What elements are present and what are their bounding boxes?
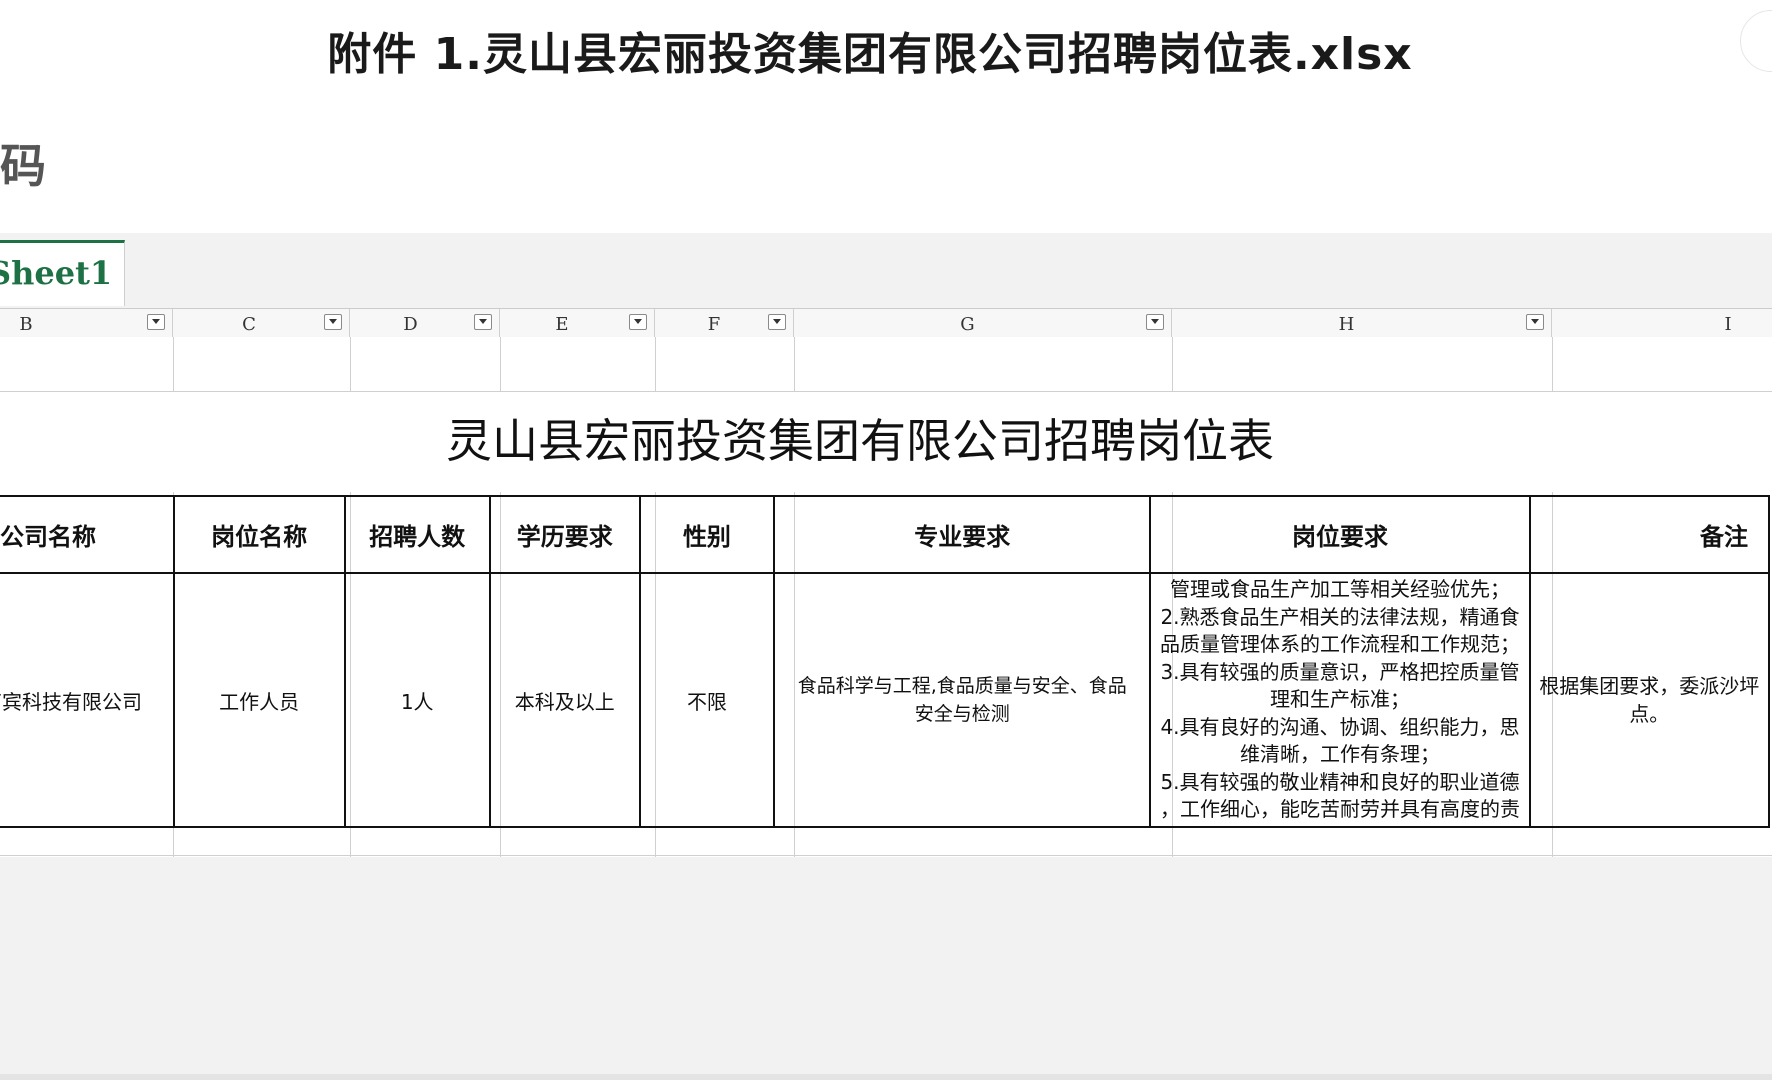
cell-count[interactable]: 1人: [343, 572, 491, 828]
cell-major[interactable]: 食品科学与工程,食品质量与安全、食品 安全与检测: [773, 572, 1152, 828]
column-header-g[interactable]: G: [794, 309, 1172, 337]
note-line: 根据集团要求，委派沙坪: [1539, 674, 1760, 698]
header-company[interactable]: 公司名称: [0, 495, 175, 574]
requirement-line: 4.具有良好的沟通、协调、组织能力，思: [1160, 714, 1520, 739]
column-header-b[interactable]: B: [0, 309, 173, 337]
requirement-line: 5.具有较强的敬业精神和良好的职业道德: [1160, 769, 1520, 794]
header-gender[interactable]: 性别: [638, 495, 776, 574]
sheet-tab-label: Sheet1: [0, 254, 113, 292]
filter-dropdown-icon[interactable]: [629, 314, 647, 330]
column-header-i[interactable]: I: [1552, 309, 1772, 337]
cell-note[interactable]: 根据集团要求，委派沙坪 点。: [1528, 572, 1771, 828]
table-header-row: 公司名称 岗位名称 招聘人数 学历要求 性别 专业要求 岗位要求 备注: [0, 495, 1771, 574]
cell-position[interactable]: 工作人员: [172, 572, 346, 828]
header-education[interactable]: 学历要求: [488, 495, 641, 574]
bottom-bar: [0, 1074, 1772, 1080]
header-position[interactable]: 岗位名称: [172, 495, 346, 574]
filter-dropdown-icon[interactable]: [768, 314, 786, 330]
top-right-control[interactable]: [1740, 10, 1772, 72]
cell-requirements[interactable]: 管理或食品生产加工等相关经验优先； 2.熟悉食品生产相关的法律法规，精通食 品质…: [1149, 572, 1531, 828]
side-text-fragment: 码: [0, 139, 46, 193]
cell-gender[interactable]: 不限: [638, 572, 776, 828]
column-header-d[interactable]: D: [350, 309, 500, 337]
jobs-table: 公司名称 岗位名称 招聘人数 学历要求 性别 专业要求 岗位要求 备注 南宾科技…: [0, 495, 1771, 828]
requirement-line: 品质量管理体系的工作流程和工作规范；: [1160, 632, 1520, 657]
sheet-title: 灵山县宏丽投资集团有限公司招聘岗位表: [446, 414, 1274, 468]
sheet-tab[interactable]: Sheet1: [0, 240, 125, 306]
header-requirements[interactable]: 岗位要求: [1149, 495, 1531, 574]
column-header-c[interactable]: C: [173, 309, 350, 337]
filter-dropdown-icon[interactable]: [1146, 314, 1164, 330]
table-row: 南宾科技有限公司 工作人员 1人 本科及以上 不限 食品科学与工程,食品质量与安…: [0, 572, 1771, 828]
note-line: 点。: [1629, 702, 1670, 726]
column-header-f[interactable]: F: [655, 309, 794, 337]
major-line: 食品科学与工程,食品质量与安全、食品: [797, 675, 1127, 697]
file-title: 附件 1.灵山县宏丽投资集团有限公司招聘岗位表.xlsx: [327, 29, 1413, 80]
header-major[interactable]: 专业要求: [773, 495, 1152, 574]
cell-education[interactable]: 本科及以上: [488, 572, 641, 828]
column-header-bar: B C D E F G H I: [0, 308, 1772, 338]
requirement-line: 2.熟悉食品生产相关的法律法规，精通食: [1160, 604, 1520, 629]
column-header-h[interactable]: H: [1172, 309, 1552, 337]
requirement-line: 管理或食品生产加工等相关经验优先；: [1170, 577, 1510, 602]
column-header-e[interactable]: E: [500, 309, 655, 337]
requirement-line: 3.具有较强的质量意识，严格把控质量管: [1160, 659, 1520, 684]
grid-line: [0, 855, 1772, 856]
requirement-line: 维清晰，工作有条理；: [1240, 742, 1440, 767]
requirement-line: 理和生产标准；: [1270, 687, 1410, 712]
major-line: 安全与检测: [914, 703, 1010, 725]
filter-dropdown-icon[interactable]: [1526, 314, 1544, 330]
header-note[interactable]: 备注: [1528, 495, 1771, 574]
filter-dropdown-icon[interactable]: [324, 314, 342, 330]
filter-dropdown-icon[interactable]: [147, 314, 165, 330]
filter-dropdown-icon[interactable]: [474, 314, 492, 330]
requirement-line: ，工作细心，能吃苦耐劳并具有高度的责: [1160, 797, 1520, 822]
cell-company[interactable]: 南宾科技有限公司: [0, 572, 175, 828]
header-count[interactable]: 招聘人数: [343, 495, 491, 574]
